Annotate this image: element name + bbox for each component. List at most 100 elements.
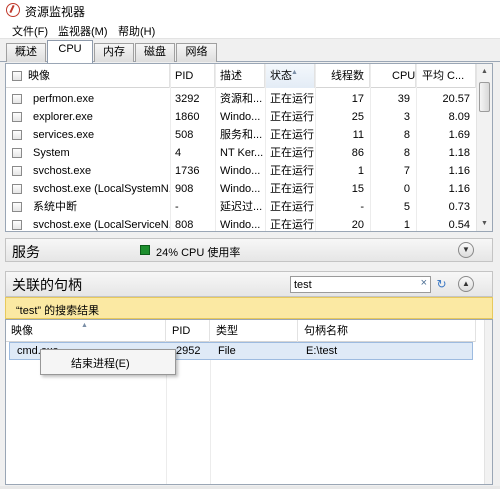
process-status: 正在运行 [270, 183, 314, 195]
process-row[interactable]: services.exe 508 服务和... 正在运行 11 8 1.69 [6, 126, 476, 144]
handle-search-input[interactable] [291, 277, 415, 292]
handles-col-type[interactable]: 类型 [210, 320, 298, 342]
process-pid: 1860 [175, 111, 200, 123]
process-avg-cpu: 1.16 [448, 165, 470, 177]
process-row[interactable]: explorer.exe 1860 Windo... 正在运行 25 3 8.09 [6, 108, 476, 126]
scroll-down-icon[interactable]: ▼ [477, 216, 492, 231]
process-description: 资源和... [220, 93, 263, 105]
process-checkbox[interactable] [12, 166, 22, 176]
tab-disk[interactable]: 磁盘 [135, 43, 175, 62]
process-image: explorer.exe [33, 111, 93, 123]
process-checkbox[interactable] [12, 148, 22, 158]
process-checkbox[interactable] [12, 202, 22, 212]
col-pid[interactable]: PID [170, 64, 215, 88]
collapse-chevron-up-icon[interactable]: ▲ [458, 276, 474, 292]
menu-monitor[interactable]: 监视器(M) [58, 23, 108, 39]
process-threads: 17 [351, 93, 364, 105]
tab-network[interactable]: 网络 [176, 43, 217, 62]
process-cpu: 8 [403, 129, 410, 141]
cpu-usage-text: 24% CPU 使用率 [156, 247, 241, 259]
process-description: Windo... [220, 183, 261, 195]
menu-file[interactable]: 文件(F) [12, 23, 48, 39]
process-pid: - [175, 201, 179, 213]
process-status: 正在运行 [270, 147, 314, 159]
process-description: Windo... [220, 111, 261, 123]
process-checkbox[interactable] [12, 130, 22, 140]
handles-col-image[interactable]: ▲ 映像 [6, 320, 166, 342]
process-status: 正在运行 [270, 129, 314, 141]
process-threads: 15 [351, 183, 364, 195]
scroll-thumb[interactable] [479, 82, 490, 112]
handle-search-box[interactable]: × [290, 276, 431, 293]
col-avg-cpu[interactable]: 平均 C... [416, 64, 476, 88]
menu-help[interactable]: 帮助(H) [118, 23, 155, 39]
col-description[interactable]: 描述 [215, 64, 265, 88]
process-cpu: 5 [403, 201, 410, 213]
process-avg-cpu: 1.69 [448, 129, 470, 141]
process-row[interactable]: perfmon.exe 3292 资源和... 正在运行 17 39 20.57 [6, 90, 476, 108]
col-threads[interactable]: 线程数 [315, 64, 370, 88]
menu-bar: 文件(F) 监视器(M) 帮助(H) [0, 20, 500, 39]
process-cpu: 8 [403, 147, 410, 159]
handle-name: E:\test [306, 345, 338, 357]
col-cpu[interactable]: CPU [370, 64, 416, 88]
process-image: svchost.exe [33, 165, 92, 177]
process-row[interactable]: System 4 NT Ker... 正在运行 86 8 1.18 [6, 144, 476, 162]
handle-pid: 2952 [176, 345, 201, 357]
process-avg-cpu: 1.16 [448, 183, 470, 195]
process-avg-cpu: 0.73 [448, 201, 470, 213]
handles-table: ▲ 映像 PID 类型 句柄名称 cmd.exe 2952 File E:\te… [5, 319, 493, 485]
process-checkbox[interactable] [12, 94, 22, 104]
process-pid: 808 [175, 219, 194, 231]
context-menu: 结束进程(E) [40, 349, 176, 375]
process-status: 正在运行 [270, 165, 314, 177]
process-checkbox[interactable] [12, 112, 22, 122]
search-refresh-icon[interactable]: ↻ [433, 276, 450, 293]
process-threads: 20 [351, 219, 364, 231]
process-pid: 1736 [175, 165, 200, 177]
col-status[interactable]: ▲ 状态 [265, 64, 315, 88]
window-title: 资源监视器 [25, 5, 86, 19]
process-avg-cpu: 8.09 [448, 111, 470, 123]
processes-scrollbar[interactable]: ▲ ▼ [476, 64, 492, 231]
process-checkbox[interactable] [12, 184, 22, 194]
process-image: 系统中断 [33, 201, 77, 213]
title-bar: 资源监视器 [0, 0, 500, 20]
process-description: 延迟过... [220, 201, 263, 213]
sort-arrow-icon: ▲ [81, 322, 88, 329]
process-threads: 11 [352, 129, 364, 141]
services-section-header[interactable]: 服务 24% CPU 使用率 ▼ [5, 238, 493, 262]
handles-scrollbar[interactable] [484, 320, 492, 484]
scroll-up-icon[interactable]: ▲ [477, 64, 492, 79]
process-pid: 908 [175, 183, 194, 195]
process-status: 正在运行 [270, 93, 314, 105]
process-avg-cpu: 0.54 [448, 219, 470, 231]
handles-col-name[interactable]: 句柄名称 [298, 320, 476, 342]
process-pid: 508 [175, 129, 194, 141]
tab-memory[interactable]: 内存 [94, 43, 134, 62]
handles-col-pid[interactable]: PID [166, 320, 210, 342]
tab-cpu[interactable]: CPU [47, 40, 93, 63]
select-all-checkbox[interactable] [12, 71, 22, 81]
search-result-text: “test” 的搜索结果 [16, 305, 100, 317]
process-description: 服务和... [220, 129, 263, 141]
expand-chevron-down-icon[interactable]: ▼ [458, 242, 474, 258]
tab-overview[interactable]: 概述 [6, 43, 46, 62]
clear-search-icon[interactable]: × [421, 277, 427, 289]
process-row[interactable]: 系统中断 - 延迟过... 正在运行 - 5 0.73 [6, 198, 476, 216]
end-process-menu-item[interactable]: 结束进程(E) [71, 355, 130, 371]
process-pid: 3292 [175, 93, 200, 105]
process-row[interactable]: svchost.exe (LocalSystemN... 908 Windo... 正… [6, 180, 476, 198]
process-row[interactable]: svchost.exe (LocalServiceN... 808 Windo...… [6, 216, 476, 231]
process-threads: - [360, 201, 364, 213]
cpu-usage-indicator [140, 245, 150, 255]
process-row[interactable]: svchost.exe 1736 Windo... 正在运行 1 7 1.16 [6, 162, 476, 180]
handles-header: ▲ 映像 PID 类型 句柄名称 [6, 320, 476, 342]
handles-title: 关联的句柄 [12, 277, 82, 293]
process-threads: 25 [351, 111, 364, 123]
process-status: 正在运行 [270, 219, 314, 231]
process-threads: 1 [357, 165, 364, 177]
process-description: Windo... [220, 165, 261, 177]
col-image[interactable]: 映像 [6, 64, 170, 88]
process-checkbox[interactable] [12, 220, 22, 230]
